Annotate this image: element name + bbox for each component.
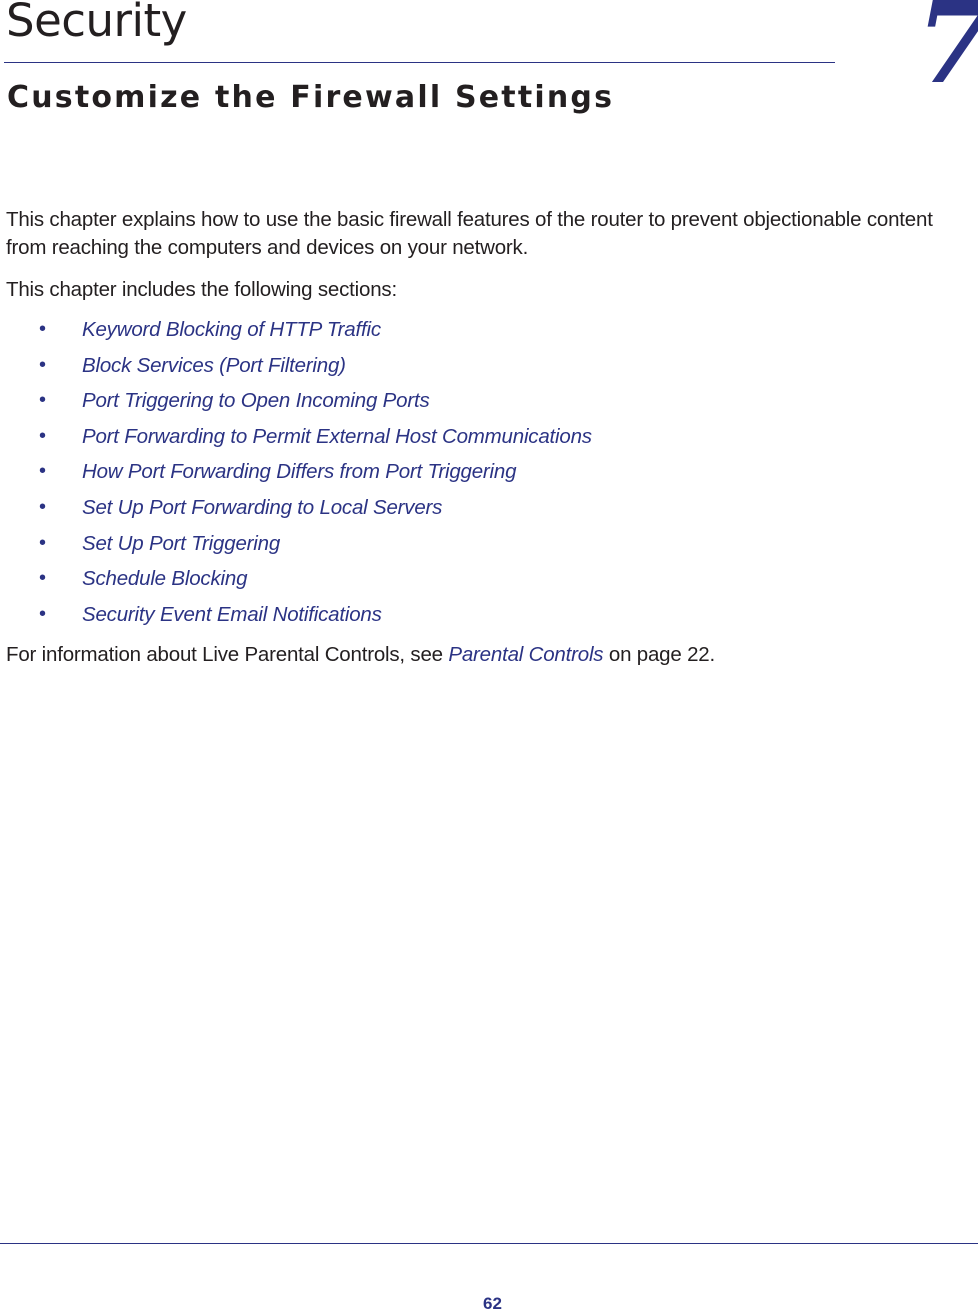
chapter-number: 7	[916, 0, 978, 100]
bullet-icon: •	[39, 389, 47, 412]
section-link-port-triggering-open-ports[interactable]: Port Triggering to Open Incoming Ports	[82, 383, 430, 419]
title-divider	[4, 62, 835, 63]
bullet-icon: •	[39, 567, 47, 590]
bullet-icon: •	[39, 495, 47, 518]
closing-suffix: on page 22.	[603, 643, 715, 666]
section-link-port-forwarding-local-servers[interactable]: Set Up Port Forwarding to Local Servers	[82, 490, 442, 526]
section-link-keyword-blocking[interactable]: Keyword Blocking of HTTP Traffic	[82, 312, 381, 348]
section-link-schedule-blocking[interactable]: Schedule Blocking	[82, 561, 247, 597]
bullet-icon: •	[39, 353, 47, 376]
page-number: 62	[483, 1294, 502, 1313]
bullet-icon: •	[39, 424, 47, 447]
footer-divider	[0, 1243, 978, 1244]
closing-paragraph: For information about Live Parental Cont…	[6, 641, 715, 669]
section-link-forwarding-vs-triggering[interactable]: How Port Forwarding Differs from Port Tr…	[82, 454, 517, 490]
parental-controls-link[interactable]: Parental Controls	[448, 643, 603, 666]
closing-prefix: For information about Live Parental Cont…	[6, 643, 449, 666]
section-link-port-forwarding-external-host[interactable]: Port Forwarding to Permit External Host …	[82, 419, 592, 455]
sections-intro: This chapter includes the following sect…	[6, 278, 397, 301]
bullet-icon: •	[39, 318, 47, 340]
bullet-icon: •	[39, 460, 47, 483]
section-link-set-up-port-triggering[interactable]: Set Up Port Triggering	[82, 526, 280, 562]
bullet-icon: •	[39, 602, 47, 625]
chapter-subtitle: Customize the Firewall Settings	[7, 80, 615, 115]
intro-paragraph: This chapter explains how to use the bas…	[6, 208, 933, 259]
section-link-email-notifications[interactable]: Security Event Email Notifications	[82, 597, 382, 633]
chapter-title: Security	[6, 0, 187, 47]
bullet-icon: •	[39, 531, 47, 554]
section-link-block-services[interactable]: Block Services (Port Filtering)	[82, 348, 346, 384]
